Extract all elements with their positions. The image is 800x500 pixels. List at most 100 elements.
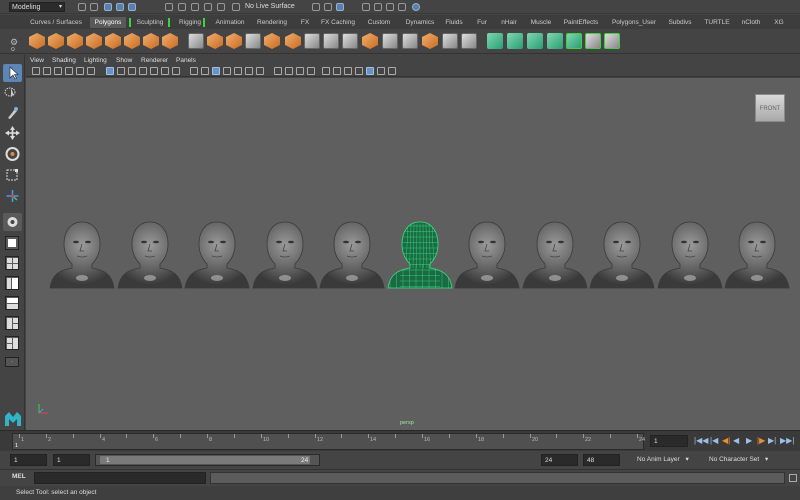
paint-select-tool-icon[interactable] — [3, 104, 22, 122]
new-scene-icon[interactable] — [78, 3, 86, 11]
boolean-icon[interactable] — [245, 33, 261, 49]
bevel-icon[interactable] — [342, 33, 358, 49]
wireframe-on-shaded-icon[interactable] — [212, 67, 220, 75]
step-forward-key-icon[interactable]: ▶| — [768, 436, 776, 446]
poly-cylinder-icon[interactable] — [67, 33, 83, 49]
rotate-tool-icon[interactable] — [3, 145, 22, 163]
head-model[interactable] — [116, 218, 184, 290]
head-model[interactable] — [656, 218, 724, 290]
resolution-gate-icon[interactable] — [128, 67, 136, 75]
go-to-start-icon[interactable]: |◀◀ — [694, 436, 708, 446]
head-model[interactable] — [588, 218, 656, 290]
make-live-icon[interactable] — [232, 3, 240, 11]
uv-editor-icon[interactable] — [566, 33, 582, 49]
uv-automatic-icon[interactable] — [547, 33, 563, 49]
panel-menu-shading[interactable]: Shading — [52, 56, 76, 65]
poly-plane-icon[interactable] — [105, 33, 121, 49]
select-object-icon[interactable] — [116, 3, 124, 11]
extrude-icon[interactable] — [285, 33, 301, 49]
select-component-icon[interactable] — [128, 3, 136, 11]
current-frame-field[interactable]: 1 — [650, 435, 688, 447]
image-plane-icon[interactable] — [65, 67, 73, 75]
isolate-select-icon[interactable] — [274, 67, 282, 75]
layout-outliner-persp-icon[interactable] — [5, 336, 19, 350]
layout-four-pane-icon[interactable] — [5, 256, 19, 270]
gate-mask-icon[interactable] — [139, 67, 147, 75]
grease-pencil-icon[interactable] — [76, 67, 84, 75]
shelf-menu-icon[interactable]: o — [11, 46, 15, 53]
shelf-tab-fur[interactable]: Fur — [474, 17, 490, 28]
layout-persp-graph-icon[interactable] — [5, 296, 19, 310]
select-camera-icon[interactable] — [32, 67, 40, 75]
step-back-frame-icon[interactable]: ◀| — [722, 436, 730, 446]
render-view-icon[interactable] — [362, 3, 370, 11]
use-lights-icon[interactable] — [234, 67, 242, 75]
safe-title-icon[interactable] — [172, 67, 180, 75]
bridge-icon[interactable] — [304, 33, 320, 49]
append-polygon-icon[interactable] — [362, 33, 378, 49]
shelf-tab-turtle[interactable]: TURTLE — [703, 17, 731, 28]
symmetry-icon[interactable] — [336, 3, 344, 11]
head-model[interactable] — [183, 218, 251, 290]
shelf-tab-dynamics[interactable]: Dynamics — [402, 17, 438, 28]
snap-curve-icon[interactable] — [178, 3, 186, 11]
target-weld-icon[interactable] — [442, 33, 458, 49]
ipr-render-icon[interactable] — [386, 3, 394, 11]
film-gate-icon[interactable] — [117, 67, 125, 75]
shelf-tab-xg[interactable]: XG — [773, 17, 785, 28]
step-forward-frame-icon[interactable]: |▶ — [757, 436, 765, 446]
uv-layout-icon[interactable] — [604, 33, 620, 49]
history-icon[interactable] — [324, 3, 332, 11]
shelf-tab-muscle[interactable]: Muscle — [528, 17, 554, 28]
open-scene-icon[interactable] — [90, 3, 98, 11]
insert-edge-loop-icon[interactable] — [402, 33, 418, 49]
show-manipulator-icon[interactable] — [3, 213, 22, 231]
menu-set-dropdown[interactable]: Modeling ▾ — [9, 2, 65, 12]
shelf-tab-animation[interactable]: Animation — [210, 17, 250, 28]
uv-spherical-icon[interactable] — [527, 33, 543, 49]
shelf-tab-sculpting[interactable]: Sculpting — [130, 17, 170, 28]
shelf-tab-polygons-user[interactable]: Polygons_User — [609, 17, 659, 28]
head-model[interactable] — [723, 218, 791, 290]
motion-blur-icon[interactable] — [344, 67, 352, 75]
high-quality-icon[interactable] — [333, 67, 341, 75]
two-d-pan-icon[interactable] — [87, 67, 95, 75]
shadows-icon[interactable] — [245, 67, 253, 75]
separate-icon[interactable] — [207, 33, 223, 49]
poly-cube-icon[interactable] — [48, 33, 64, 49]
poly-sphere-icon[interactable] — [29, 33, 45, 49]
multi-cut-icon[interactable] — [323, 33, 339, 49]
ambient-occlusion-icon[interactable] — [256, 67, 264, 75]
shelf-tab-painteffects[interactable]: PaintEffects — [562, 17, 600, 28]
go-to-end-icon[interactable]: ▶▶| — [780, 436, 794, 446]
field-chart-icon[interactable] — [150, 67, 158, 75]
expand-layouts-icon[interactable]: · — [5, 357, 19, 367]
snap-grid-icon[interactable] — [165, 3, 173, 11]
shelf-tab-fluids[interactable]: Fluids — [443, 17, 465, 28]
xray-icon[interactable] — [285, 67, 293, 75]
delete-edge-icon[interactable] — [461, 33, 477, 49]
anim-layer-dropdown[interactable]: No Anim Layer ▾ — [637, 454, 689, 466]
character-set-dropdown[interactable]: No Character Set ▾ — [709, 454, 768, 466]
gamma-icon[interactable] — [377, 67, 385, 75]
selected-head-model[interactable] — [386, 218, 454, 290]
panel-menu-show[interactable]: Show — [116, 56, 132, 65]
combine-icon[interactable] — [188, 33, 204, 49]
step-back-key-icon[interactable]: |◀ — [710, 436, 718, 446]
panel-menu-panels[interactable]: Panels — [176, 56, 196, 65]
shelf-tab-rendering[interactable]: Rendering — [254, 17, 290, 28]
poly-torus-icon[interactable] — [124, 33, 140, 49]
render-current-icon[interactable] — [374, 3, 382, 11]
snap-surface-icon[interactable] — [217, 3, 225, 11]
playback-end-field[interactable]: 24 — [541, 454, 578, 466]
head-model[interactable] — [318, 218, 386, 290]
xray-joints-icon[interactable] — [296, 67, 304, 75]
render-settings-icon[interactable] — [398, 3, 406, 11]
play-forward-icon[interactable]: ▶ — [746, 436, 752, 446]
xray-components-icon[interactable] — [307, 67, 315, 75]
grid-toggle-icon[interactable] — [106, 67, 114, 75]
shelf-tab-subdivs[interactable]: Subdivs — [666, 17, 694, 28]
smooth-icon[interactable] — [226, 33, 242, 49]
fill-hole-icon[interactable] — [382, 33, 398, 49]
command-language-label[interactable]: MEL — [12, 473, 26, 480]
